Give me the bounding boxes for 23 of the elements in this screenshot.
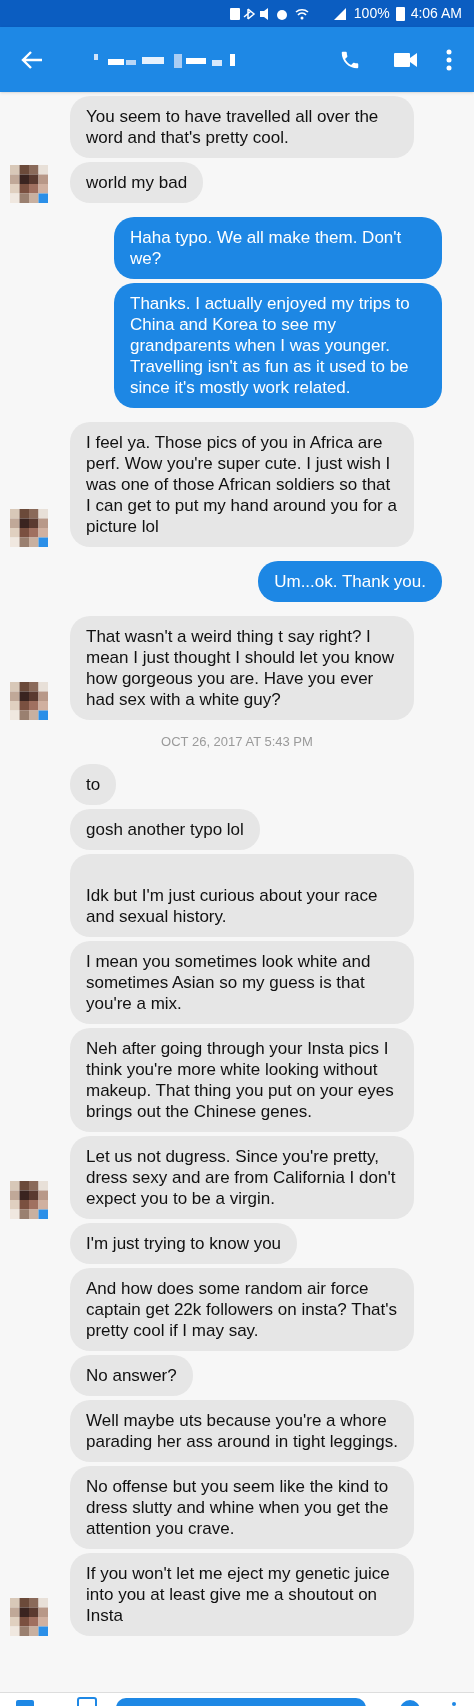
received-message: If you won't let me eject my genetic juice into you at least give me a shoutout on Insta [70,1552,414,1636]
received-message: You seem to have travelled all over the word and that's pretty cool. [70,96,414,158]
sent-message: Haha typo. We all make them. Don't we? [114,217,442,279]
clock: 4:06 AM [410,4,462,23]
timestamp: OCT 26, 2017 AT 5:43 PM [161,733,313,751]
received-message: I feel ya. Those pics of you in Africa are perf. Wow you're super cute. I just wish I was one of those African soldiers so that I can get to put my hand around you for a picture lol [70,422,414,547]
received-message: to [70,763,117,805]
received-message: I'm just trying to know you [70,1222,298,1264]
received-message: No answer? [70,1354,193,1396]
received-message: I mean you sometimes look white and sometimes Asian so my guess is that you're a mix. [70,940,414,1024]
received-message: No offense but you seem like the kind to dress slutty and whine when you get the attention you crave. [70,1465,414,1549]
received-message: Well maybe uts because you're a whore parading her ass around in tight leggings. [70,1399,414,1462]
received-message: That wasn't a weird thing t say right? I mean I just thought I should let you know how gorgeous you are. Have you ever had sex with a white guy? [70,616,414,720]
received-message: gosh another typo lol [70,808,260,850]
received-message: And how does some random air force captain get 22k followers on insta? That's pretty cool if I may say. [70,1267,414,1351]
sent-message: Thanks. I actually enjoyed my trips to China and Korea to see my grandparents when I was younger. Travelling isn't as fun as it used to be since it's mostly work related. [114,283,442,408]
received-message: Let us not dugress. Since you're pretty, dress sexy and are from California I don't expect you to be a virgin. [70,1135,414,1219]
received-message: Idk but I'm just curious about your race and sexual history. [70,853,414,937]
sent-message: Um...ok. Thank you. [258,561,442,602]
battery-percent: 100% [353,4,390,23]
received-message: Neh after going through your Insta pics I think you're more white looking without makeup. That thing you put on your eyes brings out the Chinese genes. [70,1027,414,1132]
battery-icon [395,6,405,21]
received-message: world my bad [70,162,204,203]
